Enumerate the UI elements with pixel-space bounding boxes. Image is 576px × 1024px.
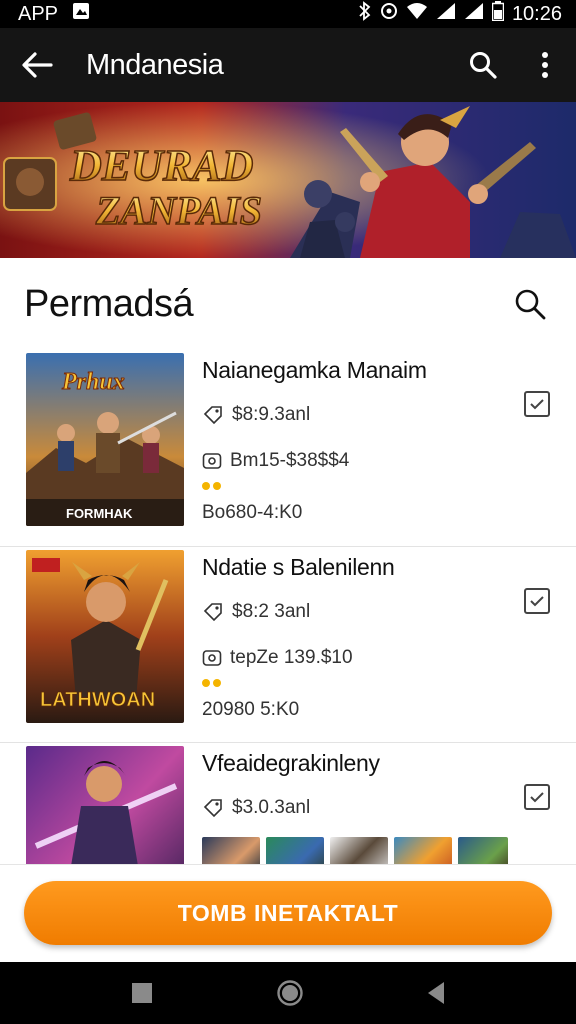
back-button[interactable]: [0, 28, 74, 102]
back-arrow-icon: [22, 52, 53, 78]
more-options-button[interactable]: [514, 28, 576, 102]
clock: 10:26: [511, 2, 562, 25]
tag-icon: [203, 799, 222, 818]
wifi-icon: [406, 2, 428, 26]
app-name: Naianegamka Manaim: [202, 357, 427, 383]
app-thumbnail: [26, 746, 184, 864]
select-checkbox[interactable]: [524, 784, 550, 810]
app-version: $3.0.3anl: [232, 797, 311, 818]
banner-art: DEURAD ZANPAIS: [0, 102, 576, 258]
system-nav-bar: [0, 962, 576, 1024]
app-thumbnail: LATHWOAN: [26, 550, 184, 723]
carrier-label: APP: [18, 2, 59, 25]
list-item[interactable]: Vfeaidegrakinleny $3.0.3anl: [0, 742, 576, 864]
notification-icon: [72, 2, 90, 26]
section-title: Permadsá: [24, 282, 194, 325]
more-vert-icon: [542, 52, 548, 78]
download-icon: [202, 453, 222, 469]
signal-icon: [436, 2, 456, 26]
bluetooth-icon: [358, 1, 372, 27]
app-downloads: tepZe 139.$10: [230, 647, 353, 668]
select-checkbox[interactable]: [524, 588, 550, 614]
search-icon: [470, 52, 497, 79]
app-list: Prhux FORMHAK Naianegamka Manaim $8:9.3a…: [0, 350, 576, 864]
app-bar: Mndanesia: [0, 28, 576, 102]
checkbox-icon: [530, 596, 544, 607]
app-size: Bo680-4:K0: [202, 502, 303, 523]
battery-icon: [491, 1, 505, 27]
signal-2-icon: [464, 2, 484, 26]
app-name: Vfeaidegrakinleny: [202, 750, 380, 776]
rating-dots: [202, 679, 550, 687]
square-icon[interactable]: [131, 982, 153, 1004]
status-bar: APP 10:26: [0, 0, 576, 28]
search-button[interactable]: [452, 28, 514, 102]
tag-icon: [203, 406, 222, 425]
triangle-icon[interactable]: [427, 981, 445, 1005]
tag-icon: [203, 603, 222, 622]
download-icon: [202, 650, 222, 666]
app-name: Ndatie s Balenilenn: [202, 554, 395, 580]
app-size: 20980 5:K0: [202, 699, 300, 720]
app-version: $8:9.3anl: [232, 404, 311, 425]
list-item[interactable]: Prhux FORMHAK Naianegamka Manaim $8:9.3a…: [0, 350, 576, 546]
screenshot-thumb[interactable]: [458, 837, 508, 864]
app-thumbnail: Prhux FORMHAK: [26, 353, 184, 526]
list-item[interactable]: LATHWOAN Ndatie s Balenilenn $8:2 3anl t…: [0, 546, 576, 742]
thumb-title: Prhux: [61, 369, 125, 395]
app-version: $8:2 3anl: [232, 601, 311, 622]
section-search-button[interactable]: [508, 282, 552, 326]
install-button[interactable]: TOMB INETAKTALT: [24, 881, 552, 945]
section-header: Permadsá: [0, 258, 576, 350]
search-icon: [515, 289, 546, 320]
thumb-caption: FORMHAK: [66, 506, 133, 521]
screenshot-thumb[interactable]: [394, 837, 452, 864]
banner-title-line1: DEURAD: [69, 141, 253, 190]
rating-dots: [202, 482, 550, 490]
bottom-action-area: TOMB INETAKTALT: [0, 864, 576, 962]
vibrate-icon: [380, 2, 398, 26]
app-downloads: Bm15-$38$$4: [230, 450, 350, 471]
app-title: Mndanesia: [86, 48, 224, 81]
circle-icon[interactable]: [276, 979, 304, 1007]
banner-title-line2: ZANPAIS: [95, 188, 262, 233]
featured-banner[interactable]: DEURAD ZANPAIS: [0, 102, 576, 258]
thumb-caption: LATHWOAN: [40, 689, 155, 711]
screenshot-thumb[interactable]: [202, 837, 260, 864]
select-checkbox[interactable]: [524, 391, 550, 417]
checkbox-icon: [530, 792, 544, 803]
screenshot-thumb[interactable]: [330, 837, 388, 864]
screenshot-thumb[interactable]: [266, 837, 324, 864]
checkbox-icon: [530, 399, 544, 410]
screenshot-strip: [202, 837, 550, 864]
